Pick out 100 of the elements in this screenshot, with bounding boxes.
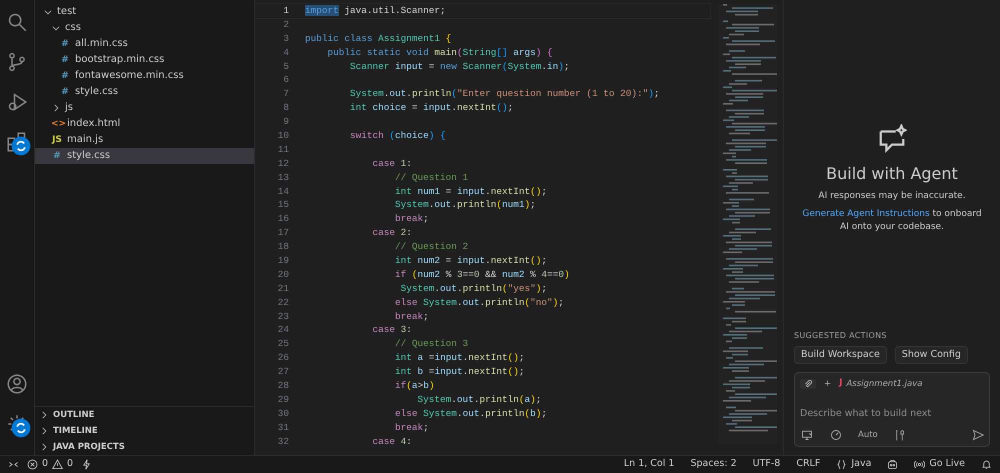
code-line: // Question 2 — [394, 240, 468, 254]
code-line: else System.out.println(b); — [394, 406, 548, 421]
tree-item[interactable]: test — [35, 4, 254, 20]
lightning-icon[interactable] — [81, 459, 92, 470]
code-line: int num1 = input.nextInt(); — [394, 184, 548, 198]
add-context-button[interactable]: + — [824, 378, 832, 390]
search-icon[interactable] — [7, 12, 27, 32]
line-number: 25 — [276, 337, 289, 352]
file-type-icon: <> — [51, 116, 63, 132]
line-number: 17 — [276, 226, 289, 240]
sync-badge-icon — [11, 136, 31, 156]
braces-icon — [836, 459, 848, 470]
problems-indicator[interactable]: 0 0 — [27, 457, 74, 472]
line-number: 9 — [282, 115, 289, 130]
file-type-icon: # — [51, 148, 63, 164]
line-number: 19 — [276, 254, 289, 268]
monitor-icon[interactable] — [800, 429, 814, 442]
suggested-action-button[interactable]: Show Config — [894, 346, 968, 364]
broadcast-icon — [914, 459, 926, 470]
code-line: break; — [394, 420, 429, 435]
tree-item[interactable]: css — [35, 20, 254, 36]
line-number: 24 — [276, 323, 289, 338]
tree-item[interactable]: # style.css — [35, 148, 254, 164]
attached-file[interactable]: Assignment1.java — [846, 378, 922, 390]
model-picker[interactable]: Auto — [858, 429, 878, 442]
remote-icon[interactable] — [8, 459, 19, 470]
suggested-action-button[interactable]: Build Workspace — [794, 346, 887, 364]
tree-item[interactable]: # bootstrap.min.css — [35, 52, 254, 68]
tree-item[interactable]: # all.min.css — [35, 36, 254, 52]
error-icon — [27, 459, 38, 470]
code-line: case 3: — [372, 323, 412, 338]
language-mode[interactable]: Java — [836, 457, 872, 472]
code-line: int num2 = input.nextInt(); — [394, 254, 548, 268]
status-item[interactable]: CRLF — [796, 457, 820, 472]
code-line: Scanner input = new Scanner(System.in); — [349, 60, 570, 74]
section-header[interactable]: OUTLINE — [35, 407, 254, 423]
code-line: case 1: — [372, 156, 412, 171]
line-number: 30 — [276, 406, 289, 421]
go-live-button[interactable]: Go Live — [914, 457, 965, 472]
line-number: 12 — [276, 156, 289, 171]
code-line: int a =input.nextInt(); — [394, 351, 525, 366]
code-line: if(a>b) — [394, 379, 434, 393]
code-line: public class Assignment1 { — [305, 32, 452, 46]
extensions-icon[interactable] — [7, 132, 27, 152]
file-type-icon: # — [59, 36, 71, 52]
section-heading: SUGGESTED ACTIONS — [794, 330, 888, 342]
tree-item[interactable]: # style.css — [35, 84, 254, 100]
file-type-icon: # — [59, 68, 71, 84]
file-type-icon: # — [59, 84, 71, 100]
line-number: 18 — [276, 240, 289, 254]
attach-button[interactable] — [800, 378, 816, 389]
java-file-icon: J — [839, 377, 842, 391]
status-item[interactable]: UTF-8 — [752, 457, 780, 472]
section-header[interactable]: TIMELINE — [35, 423, 254, 439]
line-number: 2 — [282, 18, 289, 32]
send-icon[interactable] — [972, 428, 984, 441]
code-line: else System.out.println("no"); — [394, 296, 564, 310]
panel-title: Build with Agent — [826, 163, 958, 185]
line-number: 8 — [282, 101, 289, 116]
tools-icon[interactable] — [894, 430, 905, 441]
line-number: 5 — [282, 60, 289, 74]
instructions-link[interactable]: Generate Agent Instructions — [802, 208, 930, 218]
code-line: System.out.println(num1); — [394, 198, 536, 212]
code-line: import java.util.Scanner; — [305, 4, 446, 18]
copilot-icon[interactable] — [887, 459, 898, 470]
code-line: int b =input.nextInt(); — [394, 365, 525, 380]
line-number: 28 — [276, 379, 289, 393]
code-line: int choice = input.nextInt(); — [349, 101, 514, 116]
bell-icon[interactable] — [981, 459, 992, 470]
play-bug-icon[interactable] — [7, 92, 27, 112]
line-number: 1 — [282, 4, 289, 18]
message-field[interactable]: Describe what to build next — [800, 406, 984, 421]
gauge-icon[interactable] — [830, 429, 842, 442]
line-number: 20 — [276, 268, 289, 282]
paperclip-icon — [803, 378, 813, 389]
status-item[interactable]: Ln 1, Col 1 — [624, 457, 674, 472]
line-number: 10 — [276, 129, 289, 143]
line-number: 32 — [276, 434, 289, 448]
code-line: // Question 3 — [394, 337, 468, 352]
warning-icon — [52, 459, 64, 470]
code-line: System.out.println(a); — [416, 392, 542, 407]
tree-item[interactable]: <>index.html — [35, 116, 254, 132]
file-type-icon: # — [59, 52, 71, 68]
account-icon[interactable] — [7, 374, 27, 394]
status-item[interactable]: Spaces: 2 — [690, 457, 737, 472]
tree-item[interactable]: # fontawesome.min.css — [35, 68, 254, 84]
code-line: break; — [394, 212, 429, 226]
tree-item[interactable]: JS main.js — [35, 132, 254, 148]
line-number: 31 — [276, 420, 289, 435]
section-header[interactable]: JAVA PROJECTS — [35, 439, 254, 455]
line-number: 7 — [282, 87, 289, 102]
line-number: 27 — [276, 365, 289, 380]
tree-item[interactable]: js — [35, 100, 254, 116]
line-number: 26 — [276, 351, 289, 366]
disclaimer-text: AI responses may be inaccurate. — [818, 190, 966, 203]
line-number: 11 — [276, 142, 289, 157]
line-number: 21 — [276, 282, 289, 296]
onboard-text: Generate Agent Instructions to onboard AI onto your codebase. — [801, 208, 983, 234]
branch-icon[interactable] — [7, 52, 27, 72]
code-line: // Question 1 — [394, 170, 468, 185]
